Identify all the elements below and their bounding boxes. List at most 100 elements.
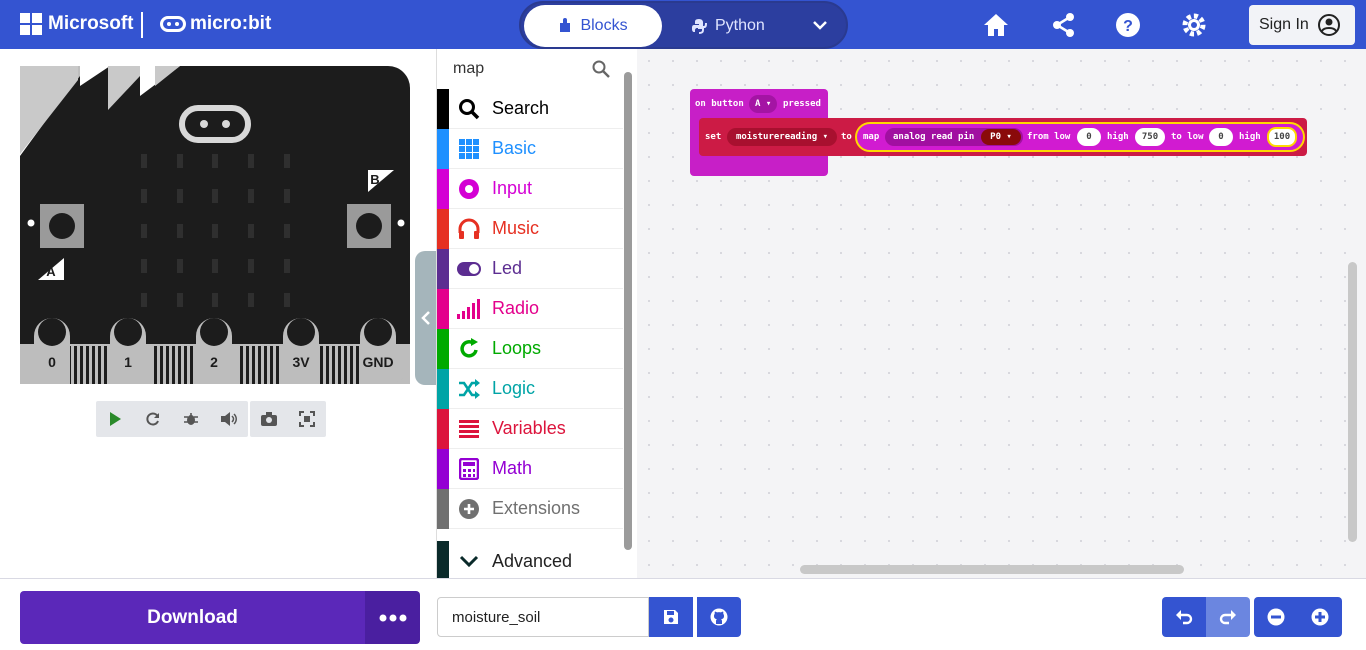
category-label: Extensions: [492, 498, 581, 518]
toolbox-category-input[interactable]: Input: [437, 168, 623, 209]
category-color-bar: [437, 541, 449, 581]
to-high-label: high: [1239, 132, 1261, 142]
home-icon[interactable]: [982, 12, 1010, 38]
set-variable-block[interactable]: set moisturereading ▾ to map analog read…: [699, 118, 1307, 156]
toolbox-category-radio[interactable]: Radio: [437, 288, 623, 329]
blocks-mode-button[interactable]: Blocks: [524, 5, 662, 47]
category-label: Led: [492, 258, 523, 278]
from-low-input[interactable]: 0: [1077, 128, 1101, 146]
toolbox-search-input[interactable]: map: [453, 60, 484, 78]
zoom-in-button[interactable]: [1298, 597, 1342, 637]
share-icon[interactable]: [1050, 12, 1078, 38]
category-label: Music: [492, 218, 540, 238]
category-label: Input: [492, 178, 533, 198]
loop-icon: [460, 337, 478, 358]
svg-text:?: ?: [1123, 18, 1133, 35]
category-label: Search: [492, 98, 550, 118]
to-high-input[interactable]: 100: [1267, 127, 1297, 147]
pin-label: 2: [210, 354, 218, 370]
pin-value: P0: [990, 132, 1001, 142]
zoom-in-icon: [1311, 608, 1329, 626]
puzzle-icon: [560, 18, 571, 32]
toolbox-category-logic[interactable]: Logic: [437, 368, 623, 409]
microsoft-squares-icon: [20, 13, 42, 35]
github-button[interactable]: [697, 597, 741, 637]
zoom-out-icon: [1267, 608, 1285, 626]
mute-button[interactable]: [210, 401, 248, 437]
restart-button[interactable]: [134, 401, 172, 437]
blocks-workspace[interactable]: on button A ▾ pressed set moisturereadin…: [637, 49, 1366, 578]
python-mode-label: Python: [715, 17, 765, 34]
to-low-input[interactable]: 0: [1209, 128, 1233, 146]
category-color-bar: [437, 248, 449, 289]
toolbox-category-search[interactable]: Search: [437, 88, 623, 129]
screenshot-button[interactable]: [250, 401, 288, 437]
pin-label: 1: [124, 354, 132, 370]
category-color-bar: [437, 128, 449, 169]
toolbox-category-led[interactable]: Led: [437, 248, 623, 289]
redo-icon: [1219, 610, 1236, 625]
save-button[interactable]: [649, 597, 693, 637]
fullscreen-icon: [299, 411, 315, 427]
sign-in-button[interactable]: Sign In: [1249, 5, 1355, 45]
restart-icon: [146, 412, 159, 426]
python-mode-button[interactable]: Python: [691, 5, 801, 47]
category-label: Loops: [492, 338, 542, 358]
category-color-bar: [437, 448, 449, 489]
microsoft-brand-text: Microsoft: [48, 13, 134, 34]
toolbox-category-loops[interactable]: Loops: [437, 328, 623, 369]
play-icon: [110, 412, 121, 426]
fullscreen-button[interactable]: [288, 401, 326, 437]
button-dropdown[interactable]: A ▾: [749, 95, 778, 113]
collapse-simulator-button[interactable]: [415, 251, 437, 385]
toolbox-scrollbar[interactable]: [624, 72, 632, 550]
toolbox-search[interactable]: map: [437, 49, 625, 89]
toolbox-category-advanced[interactable]: Advanced: [437, 541, 623, 581]
from-high-input[interactable]: 750: [1135, 128, 1165, 146]
top-header: Microsoft micro:bit Blocks Python ? Sign…: [0, 0, 1366, 49]
category-color-bar: [437, 368, 449, 409]
debug-button[interactable]: [172, 401, 210, 437]
category-color-bar: [437, 168, 449, 209]
from-low-label: from low: [1027, 132, 1071, 142]
play-button[interactable]: [96, 401, 134, 437]
microbit-logo[interactable]: micro:bit: [160, 13, 271, 35]
category-label: Advanced: [492, 550, 573, 571]
variable-dropdown[interactable]: moisturereading ▾: [727, 128, 837, 146]
toolbox-category-math[interactable]: Math: [437, 448, 623, 489]
workspace-horizontal-scrollbar[interactable]: [800, 565, 1184, 574]
speaker-icon: [221, 412, 237, 426]
download-options-button[interactable]: [365, 591, 420, 644]
project-name-input[interactable]: [437, 597, 649, 637]
list-lines-icon: [459, 419, 479, 438]
help-icon[interactable]: ?: [1114, 12, 1142, 38]
search-icon: [459, 98, 480, 119]
user-icon: [1317, 14, 1340, 36]
headphones-icon: [458, 218, 480, 239]
grid-icon: [459, 138, 479, 159]
editor-mode-switch: Blocks Python: [519, 1, 848, 49]
download-button[interactable]: Download: [20, 591, 365, 644]
toolbox-category-music[interactable]: Music: [437, 208, 623, 249]
category-color-bar: [437, 408, 449, 449]
undo-button[interactable]: [1162, 597, 1206, 637]
signal-bars-icon: [457, 298, 480, 319]
gear-icon[interactable]: [1180, 12, 1208, 38]
search-icon[interactable]: [592, 60, 610, 78]
zoom-out-button[interactable]: [1254, 597, 1298, 637]
category-color-bar: [437, 88, 449, 129]
chevron-down-icon: [459, 555, 479, 568]
toolbox-category-basic[interactable]: Basic: [437, 128, 623, 169]
redo-button[interactable]: [1206, 597, 1250, 637]
button-dropdown-value: A: [755, 99, 761, 109]
map-block[interactable]: map analog read pin P0 ▾ from low 0 high…: [855, 122, 1305, 152]
microsoft-logo[interactable]: Microsoft: [20, 13, 134, 35]
toolbox-category-variables[interactable]: Variables: [437, 408, 623, 449]
chevron-down-icon[interactable]: [809, 15, 831, 35]
blocks-toolbox: map Search Basic Input Music Led Radio L…: [436, 49, 636, 581]
toolbox-category-extensions[interactable]: Extensions: [437, 488, 623, 529]
workspace-vertical-scrollbar[interactable]: [1348, 262, 1357, 542]
camera-icon: [261, 412, 277, 426]
pin-dropdown[interactable]: P0 ▾: [981, 129, 1021, 145]
microbit-simulator-board[interactable]: A B 0 1 2 3V GND: [20, 66, 410, 384]
